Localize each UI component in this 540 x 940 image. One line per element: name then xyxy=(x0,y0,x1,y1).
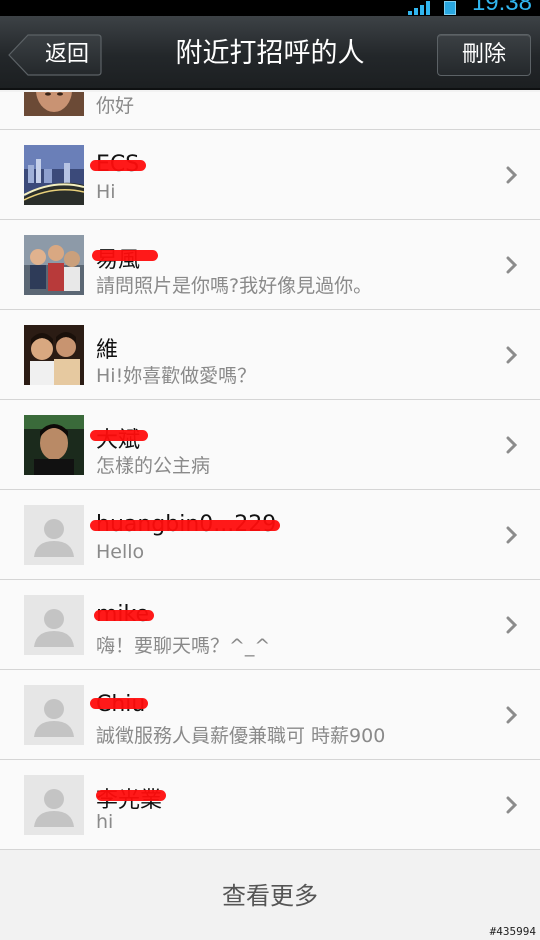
list-item[interactable]: Chiu 誠徵服務人員薪優兼職可 時薪900 xyxy=(0,670,540,760)
list-item[interactable]: 大斌 怎樣的公主病 xyxy=(0,400,540,490)
message-preview: 嗨！要聊天嗎？^_^ xyxy=(96,635,271,657)
night-city-photo xyxy=(24,145,84,205)
avatar xyxy=(24,505,84,565)
message-preview: 怎樣的公主病 xyxy=(96,455,211,477)
load-more-button[interactable]: 查看更多 xyxy=(0,852,540,940)
name-redaction xyxy=(90,160,146,171)
default-person-icon xyxy=(24,505,84,565)
chevron-right-icon xyxy=(506,346,518,364)
default-person-icon xyxy=(24,775,84,835)
chevron-right-icon xyxy=(506,166,518,184)
chevron-right-icon xyxy=(506,706,518,724)
message-preview: 誠徵服務人員薪優兼職可 時薪900 xyxy=(96,725,386,747)
back-button[interactable]: 返回 xyxy=(8,34,102,76)
chevron-right-icon xyxy=(506,616,518,634)
two-people-photo xyxy=(24,325,84,385)
message-preview: 你好 xyxy=(96,95,135,117)
avatar xyxy=(24,235,84,295)
name-redaction xyxy=(92,250,158,261)
message-preview: 請問照片是你嗎?我好像見過你。 xyxy=(96,275,373,297)
battery-icon xyxy=(444,1,456,15)
name-redaction xyxy=(90,520,280,531)
back-button-label: 返回 xyxy=(44,42,89,67)
name-redaction xyxy=(94,610,154,621)
list-item[interactable]: 維 Hi!妳喜歡做愛嗎？ xyxy=(0,310,540,400)
message-preview: Hello xyxy=(96,541,145,563)
list-item[interactable]: mike 嗨！要聊天嗎？^_^ xyxy=(0,580,540,670)
delete-button[interactable]: 刪除 xyxy=(437,34,531,76)
list-item[interactable]: huangbin0...229 Hello xyxy=(0,490,540,580)
signal-icon xyxy=(408,1,430,15)
list-item[interactable]: 易風 請問照片是你嗎?我好像見過你。 xyxy=(0,220,540,310)
avatar xyxy=(24,685,84,745)
avatar xyxy=(24,415,84,475)
list-item[interactable]: 李光業 hi xyxy=(0,760,540,850)
man-portrait-photo xyxy=(24,415,84,475)
chevron-right-icon xyxy=(506,526,518,544)
avatar xyxy=(24,92,84,116)
message-preview: hi xyxy=(96,811,114,833)
avatar xyxy=(24,325,84,385)
name-redaction xyxy=(96,790,166,801)
chevron-right-icon xyxy=(506,256,518,274)
status-bar: 19:38 xyxy=(0,0,540,16)
default-person-icon xyxy=(24,685,84,745)
chevron-right-icon xyxy=(506,796,518,814)
status-time: 19:38 xyxy=(471,0,532,16)
contact-name: 維 xyxy=(96,338,119,363)
message-preview: Hi!妳喜歡做愛嗎？ xyxy=(96,365,257,387)
page-title: 附近打招呼的人 xyxy=(175,38,365,69)
name-redaction xyxy=(90,430,148,441)
title-bar: 返回 附近打招呼的人 刪除 xyxy=(0,16,540,90)
list-item-partial[interactable]: 你好 xyxy=(0,92,540,130)
watermark: #435994 xyxy=(489,925,536,938)
group-photo xyxy=(24,235,84,295)
avatar xyxy=(24,595,84,655)
avatar xyxy=(24,145,84,205)
list-item[interactable]: ECS Hi xyxy=(0,130,540,220)
chevron-right-icon xyxy=(506,436,518,454)
message-preview: Hi xyxy=(96,181,116,203)
default-person-icon xyxy=(24,595,84,655)
name-redaction xyxy=(90,698,148,709)
avatar xyxy=(24,775,84,835)
